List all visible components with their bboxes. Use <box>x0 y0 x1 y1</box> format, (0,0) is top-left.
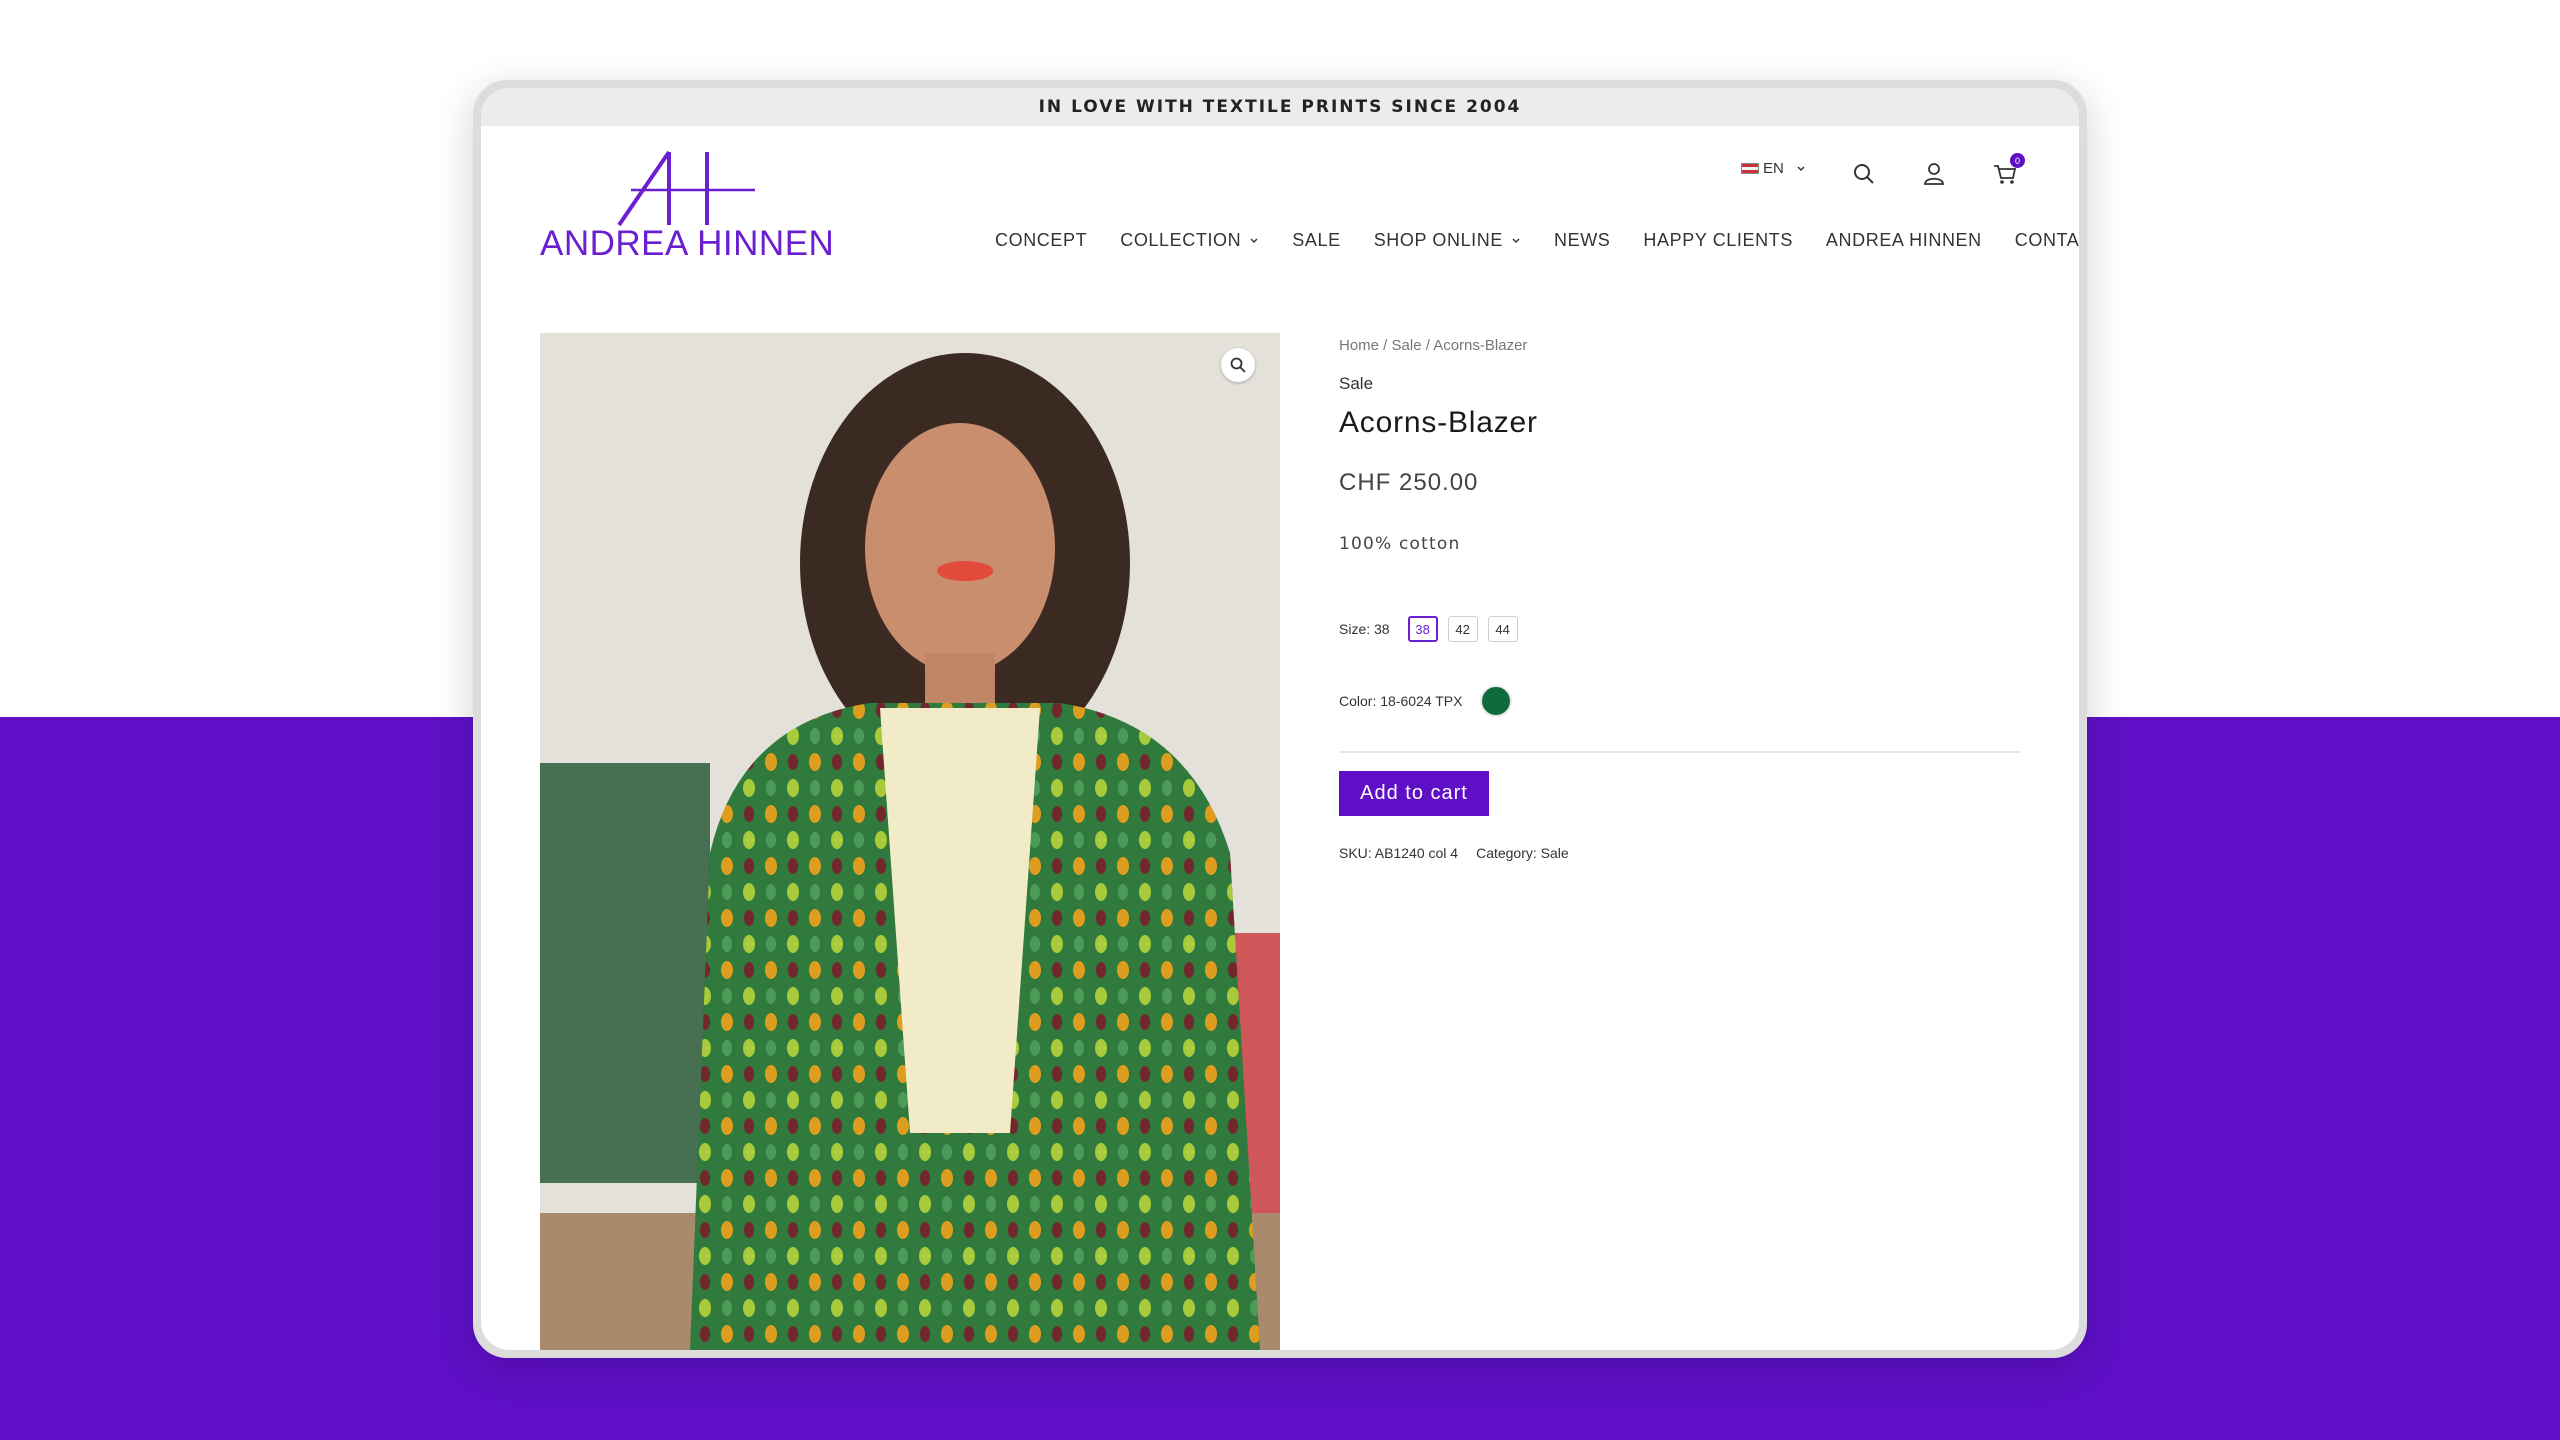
divider <box>1339 751 2021 753</box>
main-navigation: CONCEPT COLLECTION SALE SHOP ONLINE NEWS… <box>995 230 2079 251</box>
nav-item-label: COLLECTION <box>1120 230 1242 250</box>
uk-flag-icon <box>1741 163 1759 174</box>
nav-item-label: CONTACT <box>2014 230 2079 250</box>
nav-item-label: SHOP ONLINE <box>1373 230 1503 250</box>
product-description: 100% cotton <box>1339 534 1461 554</box>
nav-item-shop-online[interactable]: SHOP ONLINE <box>1374 230 1521 251</box>
announcement-text: IN LOVE WITH TEXTILE PRINTS SINCE 2004 <box>1038 97 1522 117</box>
nav-item-label: CONCEPT <box>995 230 1088 250</box>
category-tag: Sale <box>1339 374 1374 393</box>
search-icon[interactable] <box>1848 158 1880 190</box>
size-label: Size: 38 <box>1339 621 1390 637</box>
add-to-cart-button[interactable]: Add to cart <box>1339 771 1489 816</box>
size-option-44[interactable]: 44 <box>1487 616 1518 642</box>
browser-screen: IN LOVE WITH TEXTILE PRINTS SINCE 2004 A… <box>481 88 2079 1350</box>
product-title: Acorns-Blazer <box>1339 406 1538 439</box>
color-swatch[interactable] <box>1480 685 1513 717</box>
product-meta: SKU: AB1240 col 4 Category: Sale <box>1339 845 1569 861</box>
size-option-38[interactable]: 38 <box>1407 616 1438 642</box>
nav-item-label: ANDREA HINNEN <box>1825 230 1982 250</box>
nav-item-concept[interactable]: CONCEPT <box>995 230 1087 251</box>
nav-item-andrea-hinnen[interactable]: ANDREA HINNEN <box>1826 230 1982 251</box>
nav-item-collection[interactable]: COLLECTION <box>1120 230 1259 251</box>
magnifier-icon <box>1230 357 1246 373</box>
nav-item-happy-clients[interactable]: HAPPY CLIENTS <box>1643 230 1793 251</box>
nav-item-label: NEWS <box>1554 230 1611 250</box>
logo-wordmark[interactable]: ANDREA HINNEN <box>540 224 834 264</box>
size-option-42[interactable]: 42 <box>1447 616 1478 642</box>
chevron-down-icon <box>1250 238 1258 243</box>
nav-item-contact[interactable]: CONTACT <box>2015 230 2079 251</box>
logo-mark-icon[interactable] <box>611 150 761 228</box>
nav-item-label: HAPPY CLIENTS <box>1643 230 1793 250</box>
cart-count-badge: 0 <box>2010 153 2025 168</box>
language-switcher[interactable]: EN <box>1741 160 1806 177</box>
chevron-down-icon <box>1512 238 1520 243</box>
nav-item-news[interactable]: NEWS <box>1554 230 1610 251</box>
color-selector: Color: 18-6024 TPX <box>1339 685 1513 717</box>
chevron-down-icon <box>1797 166 1805 171</box>
color-label: Color: 18-6024 TPX <box>1339 693 1463 709</box>
product-price: CHF 250.00 <box>1339 469 1479 496</box>
zoom-button[interactable] <box>1221 348 1255 382</box>
language-label: EN <box>1763 160 1784 177</box>
nav-item-label: SALE <box>1292 230 1341 250</box>
user-account-icon[interactable] <box>1918 158 1950 190</box>
product-image[interactable] <box>540 333 1280 1350</box>
size-selector: Size: 38 38 42 44 <box>1339 616 1528 642</box>
sku-text: SKU: AB1240 col 4 <box>1339 845 1459 861</box>
breadcrumb[interactable]: Home / Sale / Acorns-Blazer <box>1339 337 1527 354</box>
product-photo-illustration <box>540 333 1280 1350</box>
announcement-bar: IN LOVE WITH TEXTILE PRINTS SINCE 2004 <box>481 88 2079 126</box>
category-link[interactable]: Category: Sale <box>1476 845 1569 861</box>
nav-item-sale[interactable]: SALE <box>1292 230 1340 251</box>
